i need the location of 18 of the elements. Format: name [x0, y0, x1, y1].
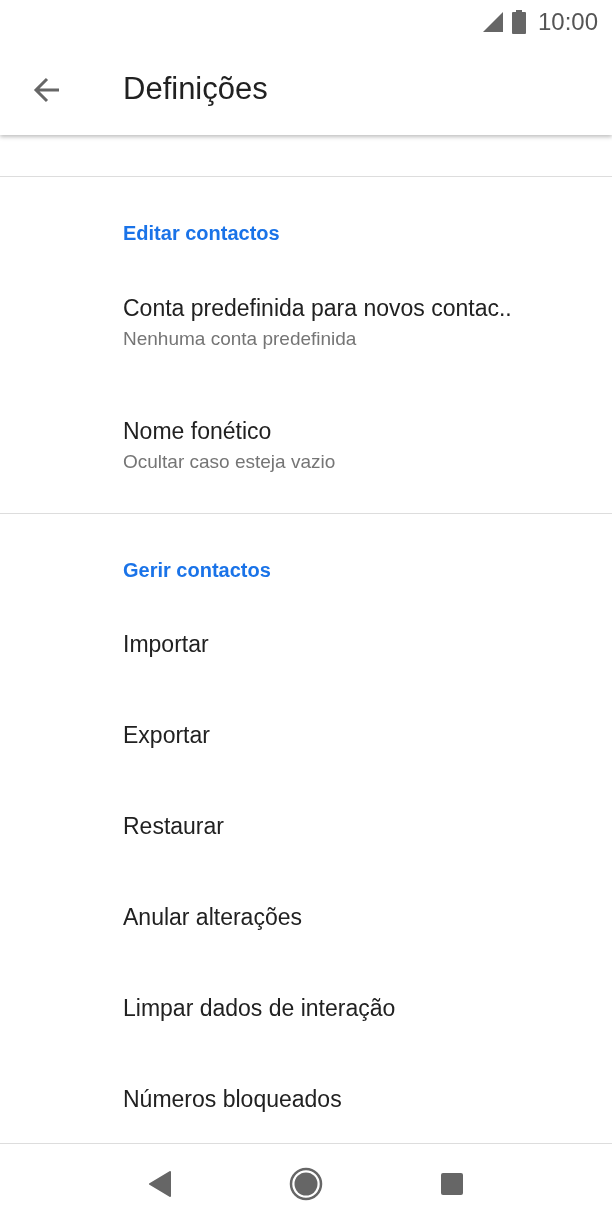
setting-item[interactable]: Limpar dados de interação — [0, 962, 612, 1053]
section-header: Gerir contactos — [122, 558, 272, 583]
setting-item[interactable]: Importar — [0, 598, 612, 689]
setting-item[interactable]: Nome fonético Ocultar caso esteja vazio — [0, 384, 612, 507]
home-nav-icon[interactable] — [289, 1167, 323, 1201]
back-arrow-icon — [33, 75, 61, 104]
back-nav-icon[interactable] — [148, 1171, 173, 1197]
screen-title: Definições — [123, 70, 268, 109]
setting-item[interactable]: Números bloqueados — [0, 1053, 612, 1143]
recents-nav-icon[interactable] — [439, 1172, 464, 1196]
setting-item[interactable]: Restaurar — [0, 780, 612, 871]
setting-item[interactable]: Conta predefinida para novos contac.. Nenhuma conta predefinida — [0, 261, 612, 384]
setting-item[interactable]: Anular alterações — [0, 871, 612, 962]
battery-icon — [511, 10, 526, 34]
section-header: Editar contactos — [122, 221, 281, 246]
setting-item[interactable]: Exportar — [0, 689, 612, 780]
status-time: 10:00 — [537, 7, 598, 37]
signal-icon — [481, 11, 504, 33]
